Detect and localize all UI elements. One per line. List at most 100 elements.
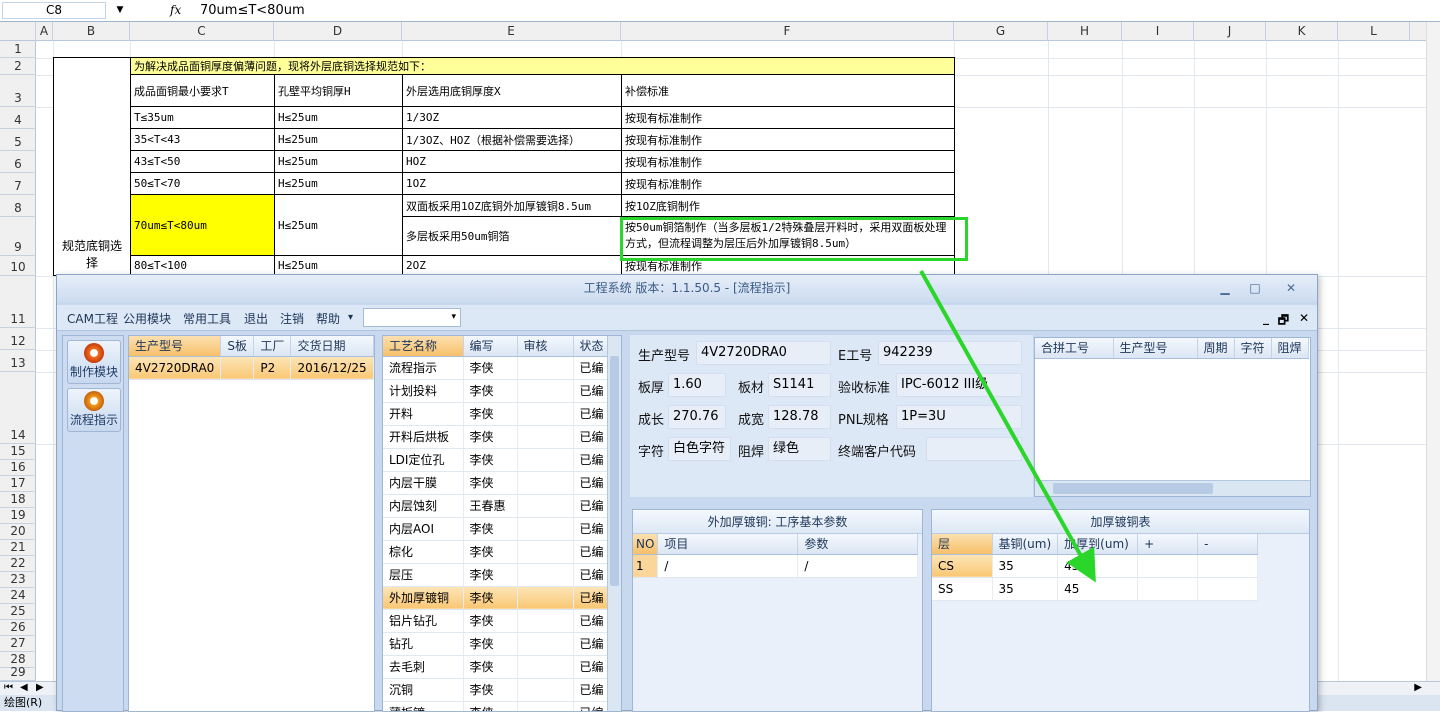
row-header[interactable]: 10 bbox=[0, 256, 36, 276]
field-pnl[interactable]: 1P=3U bbox=[896, 405, 1022, 429]
scroll-right-icon[interactable]: ▶ bbox=[1414, 682, 1422, 693]
prev-sheet-icon[interactable]: ◀ bbox=[20, 682, 28, 693]
table-row[interactable]: 开料后烘板 李侠 已编 bbox=[383, 425, 614, 449]
combined-hscrollbar[interactable] bbox=[1035, 480, 1310, 496]
spec-cell[interactable]: 按1OZ底铜制作 bbox=[621, 194, 955, 217]
table-row[interactable]: CS 35 45 bbox=[932, 554, 1259, 578]
sheet-vertical-scrollbar[interactable] bbox=[1426, 22, 1440, 681]
maximize-button[interactable]: □ bbox=[1245, 279, 1265, 297]
plating-target[interactable]: 45 bbox=[1057, 577, 1139, 601]
plating-plus[interactable] bbox=[1137, 554, 1199, 578]
table-row[interactable]: 流程指示 李侠 已编 bbox=[383, 356, 614, 380]
drawing-menu[interactable]: 绘图(R) bbox=[4, 696, 42, 709]
mdi-restore-button[interactable]: 🗗 bbox=[1278, 311, 1289, 332]
field-customer[interactable] bbox=[926, 437, 1022, 461]
row-header[interactable]: 6 bbox=[0, 151, 36, 173]
col-layer[interactable]: 层 bbox=[932, 534, 993, 555]
menu-common-tools[interactable]: 常用工具 bbox=[183, 310, 231, 327]
menu-public-module[interactable]: 公用模块 bbox=[123, 310, 171, 327]
column-header[interactable]: L bbox=[1338, 22, 1410, 41]
table-row[interactable]: 4V2720DRA0 P2 2016/12/25 bbox=[129, 356, 374, 380]
spec-cell[interactable]: 按现有标准制作 bbox=[621, 172, 955, 195]
spec-cell[interactable]: H≤25um bbox=[274, 150, 403, 173]
param-value[interactable]: / bbox=[797, 554, 919, 578]
spec-cell[interactable]: 按现有标准制作 bbox=[621, 128, 955, 151]
process-grid[interactable]: 工艺名称 编写 审核 状态 流程指示 李侠 已编 计划投料 李侠 已编 开料 李侠 已编 开料后烘… bbox=[382, 335, 622, 712]
spec-cell[interactable]: T≤35um bbox=[130, 106, 275, 129]
spec-merged-label[interactable]: 规范底铜选择 bbox=[53, 57, 131, 276]
spec-header-cell[interactable]: 成品面铜最小要求T bbox=[130, 74, 275, 107]
table-row[interactable]: 层压 李侠 已编 bbox=[383, 563, 614, 587]
table-row[interactable]: 内层AOI 李侠 已编 bbox=[383, 517, 614, 541]
row-header[interactable]: 20 bbox=[0, 524, 36, 540]
table-row[interactable]: 沉铜 李侠 已编 bbox=[383, 678, 614, 702]
field-width[interactable]: 128.78 bbox=[768, 405, 831, 429]
spec-cell[interactable]: 按现有标准制作 bbox=[621, 106, 955, 129]
spec-title-cell[interactable]: 为解决成品面铜厚度偏薄问题，现将外层底铜选择规范如下： bbox=[130, 57, 955, 75]
row-header[interactable]: 21 bbox=[0, 540, 36, 556]
toolbar-combobox[interactable]: ▾ bbox=[363, 308, 461, 327]
param-item[interactable]: / bbox=[657, 554, 799, 578]
table-row[interactable]: 内层干膜 李侠 已编 bbox=[383, 471, 614, 495]
col-base-copper[interactable]: 基铜(um) bbox=[992, 534, 1059, 555]
menu-cam[interactable]: CAM工程 bbox=[67, 310, 118, 327]
spec-cell[interactable]: 多层板采用50um铜箔 bbox=[402, 216, 622, 256]
menu-help[interactable]: 帮助 bbox=[316, 310, 340, 327]
table-row[interactable]: 开料 李侠 已编 bbox=[383, 402, 614, 426]
row-header[interactable]: 16 bbox=[0, 460, 36, 476]
row-header[interactable]: 1 bbox=[0, 41, 36, 58]
minimize-button[interactable]: ▁ bbox=[1215, 279, 1235, 297]
col-mask[interactable]: 阻焊 bbox=[1271, 338, 1309, 359]
col-reviewer[interactable]: 审核 bbox=[517, 336, 574, 357]
orders-grid[interactable]: 生产型号 S板 工厂 交货日期 4V2720DRA0 P2 2016/12/25 bbox=[128, 335, 375, 712]
table-row[interactable]: 钻孔 李侠 已编 bbox=[383, 632, 614, 656]
select-all-corner[interactable] bbox=[0, 22, 36, 41]
row-header[interactable]: 23 bbox=[0, 572, 36, 588]
table-row[interactable]: 去毛刺 李侠 已编 bbox=[383, 655, 614, 679]
row-header[interactable]: 17 bbox=[0, 476, 36, 492]
table-row[interactable]: SS 35 45 bbox=[932, 577, 1259, 601]
close-button[interactable]: ✕ bbox=[1281, 279, 1301, 297]
row-header[interactable]: 8 bbox=[0, 195, 36, 217]
plating-minus[interactable] bbox=[1197, 577, 1259, 601]
spec-cell[interactable]: 50≤T<70 bbox=[130, 172, 275, 195]
col-cycle[interactable]: 周期 bbox=[1197, 338, 1235, 359]
menu-exit[interactable]: 退出 bbox=[244, 310, 268, 327]
spec-cell[interactable]: HOZ bbox=[402, 150, 622, 173]
field-legend[interactable]: 白色字符 bbox=[668, 437, 731, 461]
row-header[interactable]: 18 bbox=[0, 492, 36, 508]
row-header[interactable]: 2 bbox=[0, 58, 36, 75]
row-header[interactable]: 13 bbox=[0, 350, 36, 372]
column-header[interactable]: I bbox=[1122, 22, 1194, 41]
spec-header-cell[interactable]: 补偿标准 bbox=[621, 74, 955, 107]
name-box[interactable]: C8 bbox=[2, 2, 106, 19]
col-model[interactable]: 生产型号 bbox=[1113, 338, 1198, 359]
column-header[interactable]: C bbox=[130, 22, 274, 41]
nav-production-module[interactable]: 制作模块 bbox=[67, 340, 121, 384]
row-header[interactable]: 22 bbox=[0, 556, 36, 572]
spec-cell[interactable]: H≤25um bbox=[274, 106, 403, 129]
table-row[interactable]: 计划投料 李侠 已编 bbox=[383, 379, 614, 403]
col-production-model[interactable]: 生产型号 bbox=[129, 336, 222, 357]
scroll-thumb[interactable] bbox=[610, 356, 619, 586]
col-delivery-date[interactable]: 交货日期 bbox=[290, 336, 374, 357]
menu-logout[interactable]: 注销 bbox=[280, 310, 304, 327]
spec-cell[interactable]: 2OZ bbox=[402, 255, 622, 276]
row-header[interactable]: 9 bbox=[0, 217, 36, 256]
row-header[interactable]: 12 bbox=[0, 328, 36, 350]
name-box-dropdown-icon[interactable]: ▼ bbox=[108, 2, 132, 19]
field-length[interactable]: 270.76 bbox=[668, 405, 726, 429]
fx-icon[interactable]: fx bbox=[170, 3, 181, 17]
combined-job-grid[interactable]: 合拼工号 生产型号 周期 字符 阻焊 bbox=[1034, 337, 1311, 497]
chevron-down-icon[interactable]: ▾ bbox=[451, 312, 456, 322]
table-row[interactable]: 外加厚镀铜 李侠 已编 bbox=[383, 586, 614, 610]
spec-cell[interactable]: 按现有标准制作 bbox=[621, 150, 955, 173]
table-row[interactable]: 内层蚀刻 王春惠 已编 bbox=[383, 494, 614, 518]
column-header[interactable]: K bbox=[1266, 22, 1338, 41]
col-no[interactable]: NO bbox=[633, 534, 659, 555]
col-s-board[interactable]: S板 bbox=[220, 336, 255, 357]
column-header[interactable]: D bbox=[274, 22, 402, 41]
column-header[interactable]: F bbox=[621, 22, 954, 41]
row-header[interactable]: 26 bbox=[0, 620, 36, 636]
row-header[interactable]: 5 bbox=[0, 129, 36, 151]
